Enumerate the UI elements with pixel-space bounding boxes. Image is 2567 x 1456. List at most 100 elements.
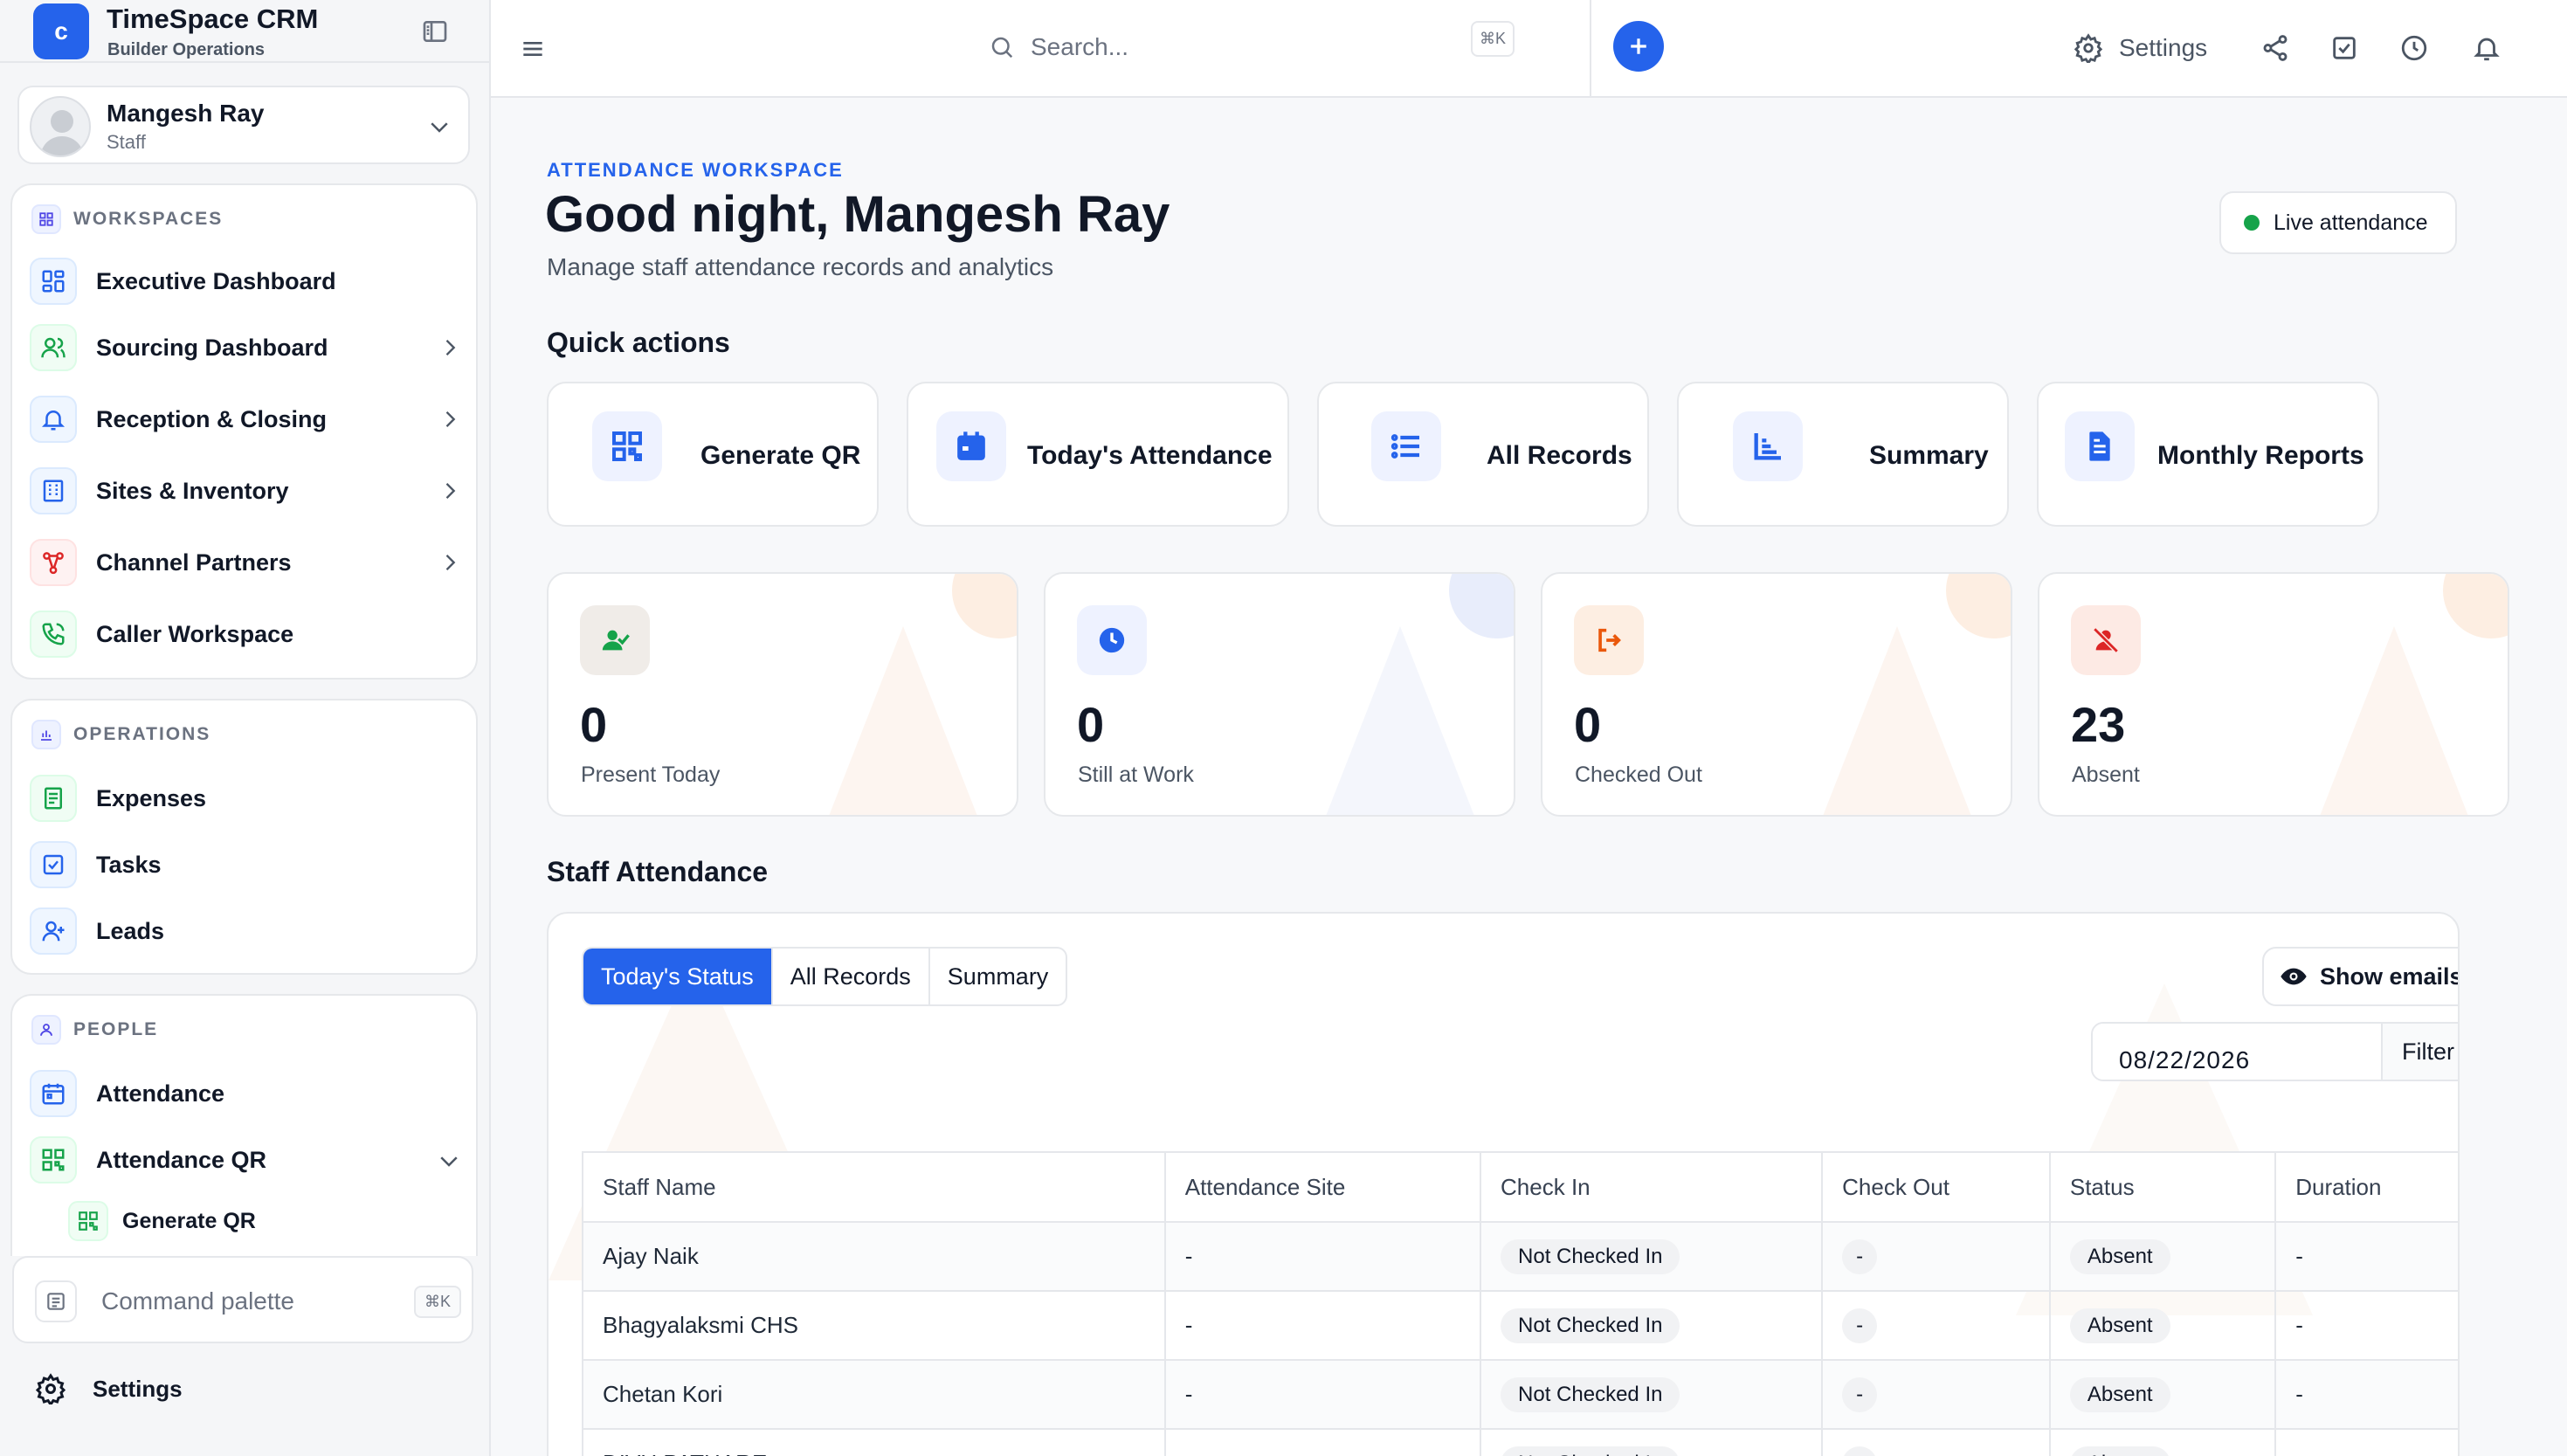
quick-action-all-records[interactable]: All Records xyxy=(1317,382,1649,527)
stat-card-still-at-work[interactable]: 0 Still at Work xyxy=(1044,572,1515,817)
show-emails-button[interactable]: Show emails xyxy=(2262,947,2458,1006)
sidebar-item-attendance[interactable]: Attendance xyxy=(30,1066,471,1121)
table-row[interactable]: Ajay Naik - Not Checked In - Absent - xyxy=(582,1221,2458,1292)
list-icon xyxy=(1371,411,1441,481)
chevron-down-icon xyxy=(436,1148,462,1174)
chart-icon xyxy=(1733,411,1803,481)
stat-value: 0 xyxy=(1574,697,1602,752)
sidebar-item-label: Expenses xyxy=(96,784,207,811)
workspaces-group: WORKSPACES Executive Dashboard Sourcing … xyxy=(10,183,478,680)
duration: - xyxy=(2274,1428,2458,1456)
clock-icon[interactable] xyxy=(2399,33,2429,63)
quick-action-monthly-reports[interactable]: Monthly Reports xyxy=(2037,382,2379,527)
quick-action-todays-attendance[interactable]: Today's Attendance xyxy=(907,382,1289,527)
column-header[interactable]: Attendance Site xyxy=(1163,1151,1482,1223)
notification-bell-icon[interactable] xyxy=(2472,33,2501,63)
command-palette-button[interactable]: Command palette ⌘K xyxy=(12,1256,473,1343)
sidebar-item-leads[interactable]: Leads xyxy=(30,903,471,959)
decorative-shape xyxy=(2315,626,2473,815)
tab-all-records[interactable]: All Records xyxy=(773,949,930,1004)
operations-header: OPERATIONS xyxy=(31,720,210,749)
quick-action-label: Monthly Reports xyxy=(2157,441,2364,470)
people-label: PEOPLE xyxy=(73,1019,159,1039)
user-switcher[interactable]: Mangesh Ray Staff xyxy=(17,86,470,164)
sidebar-item-tasks[interactable]: Tasks xyxy=(30,837,471,893)
add-button[interactable] xyxy=(1613,21,1664,72)
report-icon xyxy=(2065,411,2135,481)
user-icon xyxy=(31,1015,61,1045)
sidebar-item-caller-workspace[interactable]: Caller Workspace xyxy=(30,606,471,662)
table-row[interactable]: Bhagyalaksmi CHS - Not Checked In - Abse… xyxy=(582,1290,2458,1361)
check-in-badge: Not Checked In xyxy=(1501,1308,1680,1343)
topbar-settings-button[interactable]: Settings xyxy=(2074,33,2207,63)
staff-name: Chetan Kori xyxy=(582,1359,1166,1430)
sidebar-item-reception-closing[interactable]: Reception & Closing xyxy=(30,391,471,447)
grid-icon xyxy=(31,204,61,234)
quick-action-label: Summary xyxy=(1869,441,1989,470)
date-input[interactable]: 08/22/2026 xyxy=(2093,1024,2383,1080)
logout-icon xyxy=(1574,605,1644,675)
chevron-right-icon xyxy=(438,407,462,431)
sidebar-item-label: Executive Dashboard xyxy=(96,267,336,294)
share-icon[interactable] xyxy=(2260,33,2290,63)
check-out-badge: - xyxy=(1842,1446,1878,1456)
column-header[interactable]: Check Out xyxy=(1821,1151,2051,1223)
sidebar-item-label: Attendance QR xyxy=(96,1146,267,1173)
filter-button[interactable]: Filter xyxy=(2383,1024,2458,1080)
staff-name: Ajay Naik xyxy=(582,1221,1166,1292)
sidebar-item-executive-dashboard[interactable]: Executive Dashboard xyxy=(30,253,471,309)
user-plus-icon xyxy=(30,907,77,955)
stat-card-present-today[interactable]: 0 Present Today xyxy=(547,572,1018,817)
sidebar-item-attendance-qr[interactable]: Attendance QR xyxy=(30,1132,471,1188)
tab-todays-status[interactable]: Today's Status xyxy=(583,949,773,1004)
task-check-icon[interactable] xyxy=(2329,33,2359,63)
main-content: ATTENDANCE WORKSPACE Good night, Mangesh… xyxy=(491,98,2567,1456)
stat-value: 0 xyxy=(580,697,608,752)
sidebar-item-label: Channel Partners xyxy=(96,549,292,576)
tab-summary[interactable]: Summary xyxy=(930,949,1066,1004)
qr-icon xyxy=(30,1136,77,1183)
page-eyebrow: ATTENDANCE WORKSPACE xyxy=(547,159,844,181)
column-header[interactable]: Status xyxy=(2048,1151,2277,1223)
quick-action-label: Generate QR xyxy=(700,441,861,470)
search-shortcut: ⌘K xyxy=(1471,21,1515,57)
attendance-site: - xyxy=(1163,1221,1482,1292)
gear-icon xyxy=(35,1373,66,1404)
live-attendance-badge[interactable]: Live attendance xyxy=(2219,191,2457,254)
column-header[interactable]: Check In xyxy=(1480,1151,1824,1223)
sidebar-settings[interactable]: Settings xyxy=(35,1373,183,1404)
stat-card-absent[interactable]: 23 Absent xyxy=(2038,572,2509,817)
calendar-icon xyxy=(30,1070,77,1117)
sidebar-item-sourcing-dashboard[interactable]: Sourcing Dashboard xyxy=(30,320,471,376)
sidebar-item-label: Tasks xyxy=(96,851,162,878)
check-out-badge: - xyxy=(1842,1308,1878,1343)
sidebar-toggle-icon[interactable] xyxy=(421,17,449,45)
sidebar-item-sites-inventory[interactable]: Sites & Inventory xyxy=(30,463,471,519)
sidebar-item-channel-partners[interactable]: Channel Partners xyxy=(30,535,471,590)
network-icon xyxy=(30,539,77,586)
sidebar-item-expenses[interactable]: Expenses xyxy=(30,770,471,826)
table-row[interactable]: DIVU PATHARE - Not Checked In - Absent - xyxy=(582,1428,2458,1456)
workspaces-label: WORKSPACES xyxy=(73,209,224,229)
stat-card-checked-out[interactable]: 0 Checked Out xyxy=(1541,572,2012,817)
phone-icon xyxy=(30,611,77,658)
search-input[interactable]: Search... ⌘K xyxy=(989,19,1556,75)
operations-label: OPERATIONS xyxy=(73,724,211,744)
sidebar: c TimeSpace CRM Builder Operations Mange… xyxy=(0,0,491,1456)
check-in-badge: Not Checked In xyxy=(1501,1446,1680,1456)
command-icon xyxy=(35,1280,77,1322)
chevron-right-icon xyxy=(438,335,462,360)
sidebar-subitem-generate-qr[interactable]: Generate QR xyxy=(68,1195,470,1247)
check-out-badge: - xyxy=(1842,1239,1878,1274)
column-header[interactable]: Staff Name xyxy=(582,1151,1166,1223)
brand-logo[interactable]: c xyxy=(33,3,89,59)
calendar-icon xyxy=(936,411,1006,481)
column-header[interactable]: Duration xyxy=(2274,1151,2458,1223)
quick-action-summary[interactable]: Summary xyxy=(1677,382,2009,527)
attendance-site: - xyxy=(1163,1359,1482,1430)
table-row[interactable]: Chetan Kori - Not Checked In - Absent - xyxy=(582,1359,2458,1430)
plus-icon xyxy=(1631,38,1646,54)
menu-icon[interactable] xyxy=(519,35,547,63)
user-role: Staff xyxy=(107,131,146,153)
quick-action-generate-qr[interactable]: Generate QR xyxy=(547,382,879,527)
